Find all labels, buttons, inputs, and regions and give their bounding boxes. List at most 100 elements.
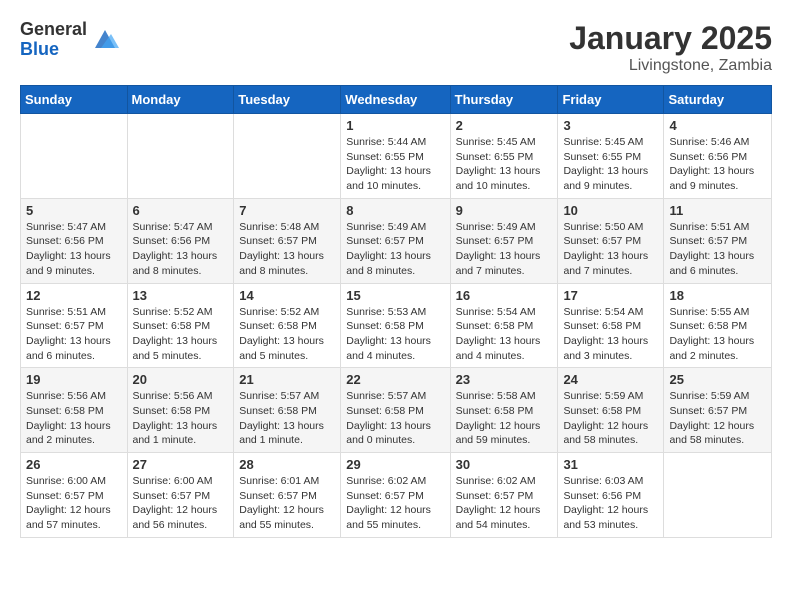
week-row-1: 1Sunrise: 5:44 AM Sunset: 6:55 PM Daylig… bbox=[21, 114, 772, 199]
day-info: Sunrise: 5:56 AM Sunset: 6:58 PM Dayligh… bbox=[26, 389, 122, 448]
day-number: 20 bbox=[133, 372, 229, 387]
calendar-cell: 24 Sunrise: 5:59 AM Sunset: 6:58 PM Dayli… bbox=[558, 368, 664, 453]
week-row-2: 5Sunrise: 5:47 AM Sunset: 6:56 PM Daylig… bbox=[21, 198, 772, 283]
calendar-cell: 30 Sunrise: 6:02 AM Sunset: 6:57 PM Dayli… bbox=[450, 453, 558, 538]
logo: General Blue bbox=[20, 20, 119, 60]
calendar-cell: 31Sunrise: 6:03 AM Sunset: 6:56 PM Dayli… bbox=[558, 453, 664, 538]
day-number: 21 bbox=[239, 372, 335, 387]
calendar-cell: 4 Sunrise: 5:46 AM Sunset: 6:56 PM Daylig… bbox=[664, 114, 772, 199]
day-number: 11 bbox=[669, 203, 766, 218]
calendar-cell: 29Sunrise: 6:02 AM Sunset: 6:57 PM Dayli… bbox=[341, 453, 450, 538]
calendar-cell: 14 Sunrise: 5:52 AM Sunset: 6:58 PM Dayli… bbox=[234, 283, 341, 368]
calendar-cell: 17 Sunrise: 5:54 AM Sunset: 6:58 PM Dayli… bbox=[558, 283, 664, 368]
day-info: Sunrise: 5:49 AM Sunset: 6:57 PM Dayligh… bbox=[456, 220, 553, 279]
week-row-5: 26 Sunrise: 6:00 AM Sunset: 6:57 PM Dayli… bbox=[21, 453, 772, 538]
calendar-cell: 8 Sunrise: 5:49 AM Sunset: 6:57 PM Daylig… bbox=[341, 198, 450, 283]
calendar-cell: 15Sunrise: 5:53 AM Sunset: 6:58 PM Dayli… bbox=[341, 283, 450, 368]
title-section: January 2025 Livingstone, Zambia bbox=[569, 20, 772, 75]
day-info: Sunrise: 5:59 AM Sunset: 6:58 PM Dayligh… bbox=[563, 389, 658, 448]
day-number: 7 bbox=[239, 203, 335, 218]
calendar-cell: 18Sunrise: 5:55 AM Sunset: 6:58 PM Dayli… bbox=[664, 283, 772, 368]
calendar-cell: 1Sunrise: 5:44 AM Sunset: 6:55 PM Daylig… bbox=[341, 114, 450, 199]
calendar-cell: 22 Sunrise: 5:57 AM Sunset: 6:58 PM Dayli… bbox=[341, 368, 450, 453]
calendar-cell: 20 Sunrise: 5:56 AM Sunset: 6:58 PM Dayli… bbox=[127, 368, 234, 453]
day-number: 6 bbox=[133, 203, 229, 218]
calendar-cell: 25 Sunrise: 5:59 AM Sunset: 6:57 PM Dayli… bbox=[664, 368, 772, 453]
logo-icon bbox=[91, 26, 119, 54]
day-header-tuesday: Tuesday bbox=[234, 86, 341, 114]
logo-general-text: General bbox=[20, 20, 87, 40]
calendar-header-row: SundayMondayTuesdayWednesdayThursdayFrid… bbox=[21, 86, 772, 114]
calendar-table: SundayMondayTuesdayWednesdayThursdayFrid… bbox=[20, 85, 772, 538]
day-info: Sunrise: 5:56 AM Sunset: 6:58 PM Dayligh… bbox=[133, 389, 229, 448]
day-info: Sunrise: 5:47 AM Sunset: 6:56 PM Dayligh… bbox=[26, 220, 122, 279]
day-info: Sunrise: 5:59 AM Sunset: 6:57 PM Dayligh… bbox=[669, 389, 766, 448]
page-header: General Blue January 2025 Livingstone, Z… bbox=[20, 20, 772, 75]
day-number: 16 bbox=[456, 288, 553, 303]
day-number: 9 bbox=[456, 203, 553, 218]
week-row-4: 19Sunrise: 5:56 AM Sunset: 6:58 PM Dayli… bbox=[21, 368, 772, 453]
day-info: Sunrise: 5:51 AM Sunset: 6:57 PM Dayligh… bbox=[669, 220, 766, 279]
calendar-cell: 5Sunrise: 5:47 AM Sunset: 6:56 PM Daylig… bbox=[21, 198, 128, 283]
day-number: 30 bbox=[456, 457, 553, 472]
day-info: Sunrise: 5:53 AM Sunset: 6:58 PM Dayligh… bbox=[346, 305, 444, 364]
day-number: 1 bbox=[346, 118, 444, 133]
day-number: 10 bbox=[563, 203, 658, 218]
day-info: Sunrise: 5:55 AM Sunset: 6:58 PM Dayligh… bbox=[669, 305, 766, 364]
calendar-cell: 19Sunrise: 5:56 AM Sunset: 6:58 PM Dayli… bbox=[21, 368, 128, 453]
day-header-friday: Friday bbox=[558, 86, 664, 114]
day-number: 28 bbox=[239, 457, 335, 472]
day-number: 22 bbox=[346, 372, 444, 387]
day-info: Sunrise: 5:48 AM Sunset: 6:57 PM Dayligh… bbox=[239, 220, 335, 279]
calendar-cell: 6 Sunrise: 5:47 AM Sunset: 6:56 PM Daylig… bbox=[127, 198, 234, 283]
day-header-sunday: Sunday bbox=[21, 86, 128, 114]
day-number: 8 bbox=[346, 203, 444, 218]
day-info: Sunrise: 5:50 AM Sunset: 6:57 PM Dayligh… bbox=[563, 220, 658, 279]
calendar-cell bbox=[127, 114, 234, 199]
day-info: Sunrise: 5:54 AM Sunset: 6:58 PM Dayligh… bbox=[563, 305, 658, 364]
calendar-cell: 11 Sunrise: 5:51 AM Sunset: 6:57 PM Dayli… bbox=[664, 198, 772, 283]
day-number: 4 bbox=[669, 118, 766, 133]
month-title: January 2025 bbox=[569, 20, 772, 57]
day-number: 26 bbox=[26, 457, 122, 472]
day-number: 25 bbox=[669, 372, 766, 387]
location-title: Livingstone, Zambia bbox=[569, 57, 772, 75]
day-number: 24 bbox=[563, 372, 658, 387]
day-info: Sunrise: 6:00 AM Sunset: 6:57 PM Dayligh… bbox=[26, 474, 122, 533]
day-number: 13 bbox=[133, 288, 229, 303]
day-info: Sunrise: 5:54 AM Sunset: 6:58 PM Dayligh… bbox=[456, 305, 553, 364]
day-info: Sunrise: 5:45 AM Sunset: 6:55 PM Dayligh… bbox=[563, 135, 658, 194]
day-info: Sunrise: 5:51 AM Sunset: 6:57 PM Dayligh… bbox=[26, 305, 122, 364]
day-number: 17 bbox=[563, 288, 658, 303]
day-info: Sunrise: 5:58 AM Sunset: 6:58 PM Dayligh… bbox=[456, 389, 553, 448]
day-info: Sunrise: 5:52 AM Sunset: 6:58 PM Dayligh… bbox=[239, 305, 335, 364]
day-info: Sunrise: 5:49 AM Sunset: 6:57 PM Dayligh… bbox=[346, 220, 444, 279]
calendar-cell: 10 Sunrise: 5:50 AM Sunset: 6:57 PM Dayli… bbox=[558, 198, 664, 283]
day-info: Sunrise: 5:57 AM Sunset: 6:58 PM Dayligh… bbox=[346, 389, 444, 448]
calendar-cell: 28 Sunrise: 6:01 AM Sunset: 6:57 PM Dayli… bbox=[234, 453, 341, 538]
day-number: 14 bbox=[239, 288, 335, 303]
day-info: Sunrise: 5:57 AM Sunset: 6:58 PM Dayligh… bbox=[239, 389, 335, 448]
day-number: 2 bbox=[456, 118, 553, 133]
calendar-cell: 2 Sunrise: 5:45 AM Sunset: 6:55 PM Daylig… bbox=[450, 114, 558, 199]
day-info: Sunrise: 5:46 AM Sunset: 6:56 PM Dayligh… bbox=[669, 135, 766, 194]
day-info: Sunrise: 6:00 AM Sunset: 6:57 PM Dayligh… bbox=[133, 474, 229, 533]
calendar-cell: 13 Sunrise: 5:52 AM Sunset: 6:58 PM Dayli… bbox=[127, 283, 234, 368]
day-number: 3 bbox=[563, 118, 658, 133]
day-info: Sunrise: 6:01 AM Sunset: 6:57 PM Dayligh… bbox=[239, 474, 335, 533]
calendar-cell bbox=[21, 114, 128, 199]
day-info: Sunrise: 6:02 AM Sunset: 6:57 PM Dayligh… bbox=[456, 474, 553, 533]
day-info: Sunrise: 6:02 AM Sunset: 6:57 PM Dayligh… bbox=[346, 474, 444, 533]
calendar-cell: 16 Sunrise: 5:54 AM Sunset: 6:58 PM Dayli… bbox=[450, 283, 558, 368]
day-number: 27 bbox=[133, 457, 229, 472]
calendar-cell: 12Sunrise: 5:51 AM Sunset: 6:57 PM Dayli… bbox=[21, 283, 128, 368]
day-info: Sunrise: 6:03 AM Sunset: 6:56 PM Dayligh… bbox=[563, 474, 658, 533]
calendar-cell: 26 Sunrise: 6:00 AM Sunset: 6:57 PM Dayli… bbox=[21, 453, 128, 538]
day-info: Sunrise: 5:45 AM Sunset: 6:55 PM Dayligh… bbox=[456, 135, 553, 194]
day-header-wednesday: Wednesday bbox=[341, 86, 450, 114]
day-header-saturday: Saturday bbox=[664, 86, 772, 114]
day-info: Sunrise: 5:52 AM Sunset: 6:58 PM Dayligh… bbox=[133, 305, 229, 364]
calendar-cell: 27 Sunrise: 6:00 AM Sunset: 6:57 PM Dayli… bbox=[127, 453, 234, 538]
day-header-monday: Monday bbox=[127, 86, 234, 114]
day-info: Sunrise: 5:47 AM Sunset: 6:56 PM Dayligh… bbox=[133, 220, 229, 279]
